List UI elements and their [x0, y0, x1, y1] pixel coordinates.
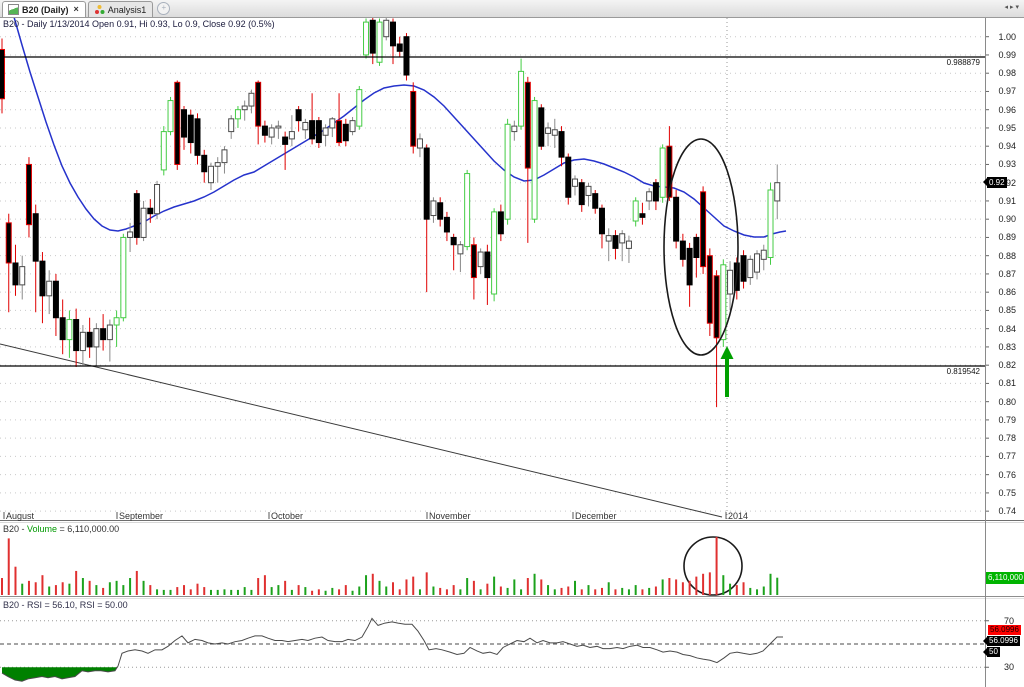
price-axis-label: 0.83	[986, 342, 1016, 352]
price-axis-label: 0.87	[986, 269, 1016, 279]
tab-menu-icon[interactable]: ▾	[1015, 4, 1021, 11]
volume-header: B20 - Volume = 6,110,000.00	[3, 524, 119, 534]
price-axis-label: 0.86	[986, 287, 1016, 297]
price-axis-label: 0.98	[986, 68, 1016, 78]
price-axis-label: 0.80	[986, 397, 1016, 407]
price-axis-label: 0.81	[986, 378, 1016, 388]
tab-scroll-controls: ◂▸▾	[1004, 3, 1021, 11]
price-axis-label: 0.79	[986, 415, 1016, 425]
new-tab-button[interactable]: +	[157, 2, 170, 15]
rsi-value-tag: 56.0996	[987, 636, 1020, 646]
chart-icon	[8, 4, 19, 15]
price-axis-label: 0.89	[986, 232, 1016, 242]
tab-label: Analysis1	[108, 5, 147, 15]
price-axis-label: 0.76	[986, 470, 1016, 480]
price-axis-label: 0.91	[986, 196, 1016, 206]
price-axis-label: 0.97	[986, 86, 1016, 96]
price-axis-label: 0.96	[986, 105, 1016, 115]
price-axis-label: 0.99	[986, 50, 1016, 60]
volume-value-tag: 6,110,000	[986, 572, 1024, 584]
axis-labels-layer: 0.74 0.75 0.76 0.77 0.78 0.79 0.80 0.81 0.82 0.83…	[0, 0, 1024, 687]
month-label: October	[271, 511, 303, 521]
price-axis-label: 0.74	[986, 506, 1016, 516]
level-label: 0.819542	[900, 367, 980, 377]
month-label: August	[6, 511, 34, 521]
price-axis-label: 1.00	[986, 32, 1016, 42]
chart-window: B20 (Daily) × Analysis1 + ◂▸▾ B20 - Dail…	[0, 0, 1024, 687]
price-axis-label: 0.78	[986, 433, 1016, 443]
month-label: September	[119, 511, 163, 521]
rsi-header: B20 - RSI = 56.10, RSI = 50.00	[3, 600, 128, 610]
price-axis-label: 0.75	[986, 488, 1016, 498]
price-axis-label: 0.88	[986, 251, 1016, 261]
price-axis-label: 0.85	[986, 305, 1016, 315]
chart-title: B20 - Daily 1/13/2014 Open 0.91, Hi 0.93…	[3, 19, 275, 29]
month-label: 2014	[728, 511, 748, 521]
rsi-value-tag: 56.0996	[988, 625, 1021, 635]
price-axis-label: 0.90	[986, 214, 1016, 224]
tab-analysis1[interactable]: Analysis1	[88, 1, 154, 17]
tab-b20-daily[interactable]: B20 (Daily) ×	[2, 1, 86, 17]
level-label: 0.988879	[900, 58, 980, 68]
price-axis-label: 0.82	[986, 360, 1016, 370]
rsi-value-tag: 50	[987, 647, 1000, 657]
volume-indicator-name: Volume	[27, 524, 57, 534]
month-label: November	[429, 511, 471, 521]
last-price-tag: 0.92	[987, 177, 1007, 188]
price-axis-label: 0.84	[986, 324, 1016, 334]
tab-bar: B20 (Daily) × Analysis1 + ◂▸▾	[0, 0, 1024, 18]
rsi-axis-label: 30	[986, 662, 1014, 672]
tab-label: B20 (Daily)	[22, 5, 69, 15]
analysis-icon	[94, 4, 105, 15]
close-icon[interactable]: ×	[74, 5, 79, 14]
price-axis-label: 0.77	[986, 451, 1016, 461]
month-label: December	[575, 511, 617, 521]
price-axis-label: 0.95	[986, 123, 1016, 133]
price-axis-label: 0.93	[986, 159, 1016, 169]
price-axis-label: 0.94	[986, 141, 1016, 151]
